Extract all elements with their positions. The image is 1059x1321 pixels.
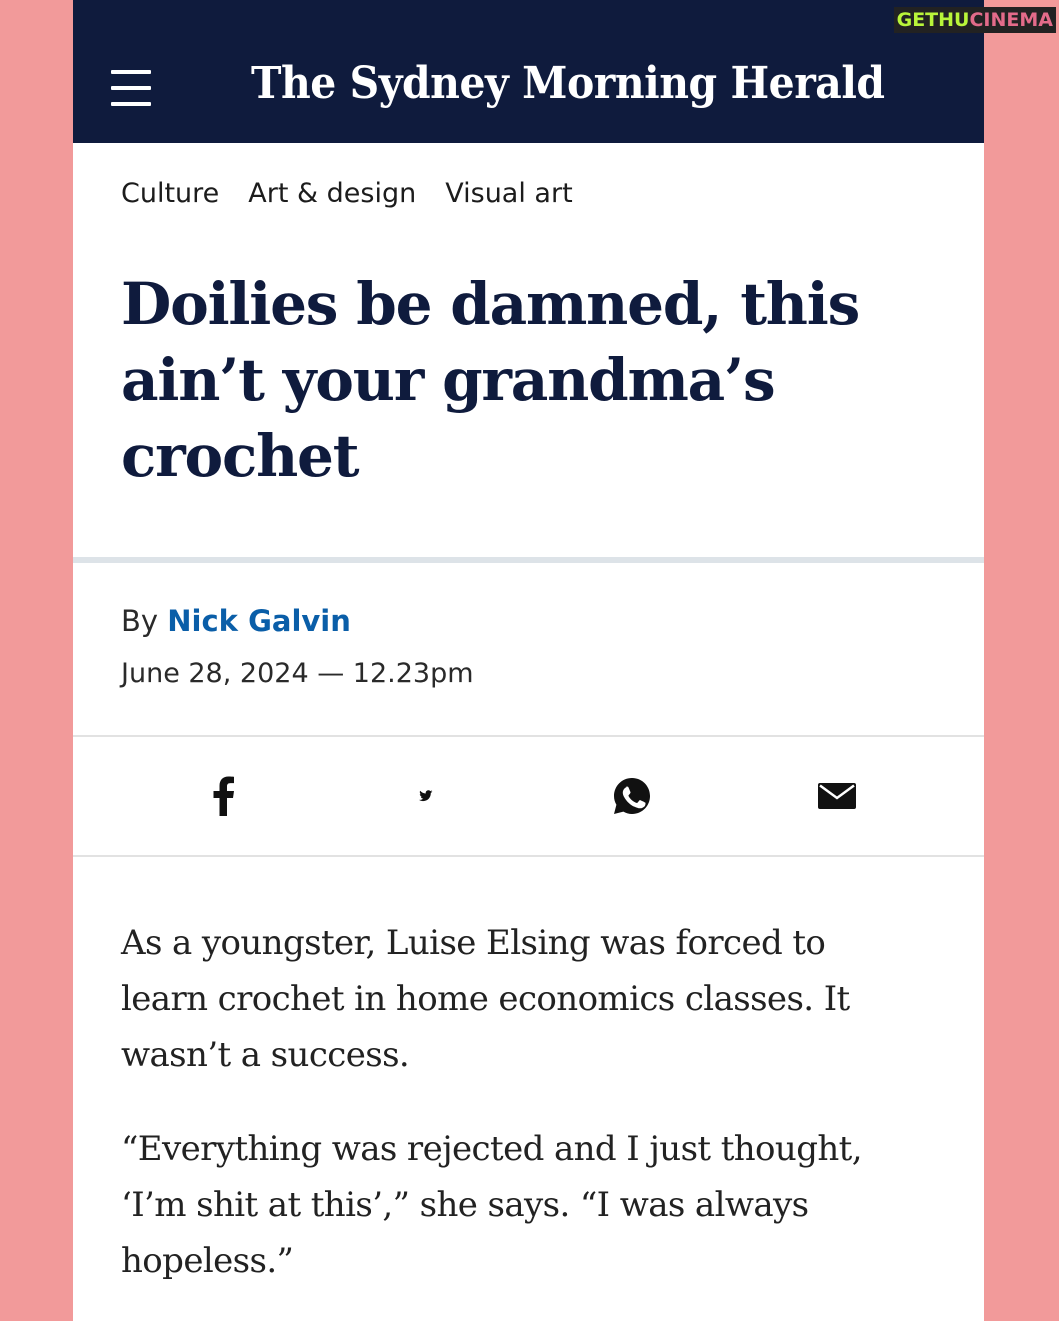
breadcrumb-item-visual-art[interactable]: Visual art: [445, 178, 572, 218]
site-logo[interactable]: The Sydney Morning Herald: [251, 52, 885, 122]
article-body: As a youngster, Luise Elsing was forced …: [121, 915, 921, 1321]
whatsapp-icon[interactable]: [608, 772, 656, 820]
byline-prefix: By: [121, 604, 159, 638]
share-bar: [73, 738, 984, 854]
email-icon[interactable]: [813, 772, 861, 820]
breadcrumb-item-culture[interactable]: Culture: [121, 178, 219, 218]
headline-divider: [73, 557, 984, 563]
article-page: The Sydney Morning Herald Culture Art & …: [73, 0, 984, 1321]
twitter-icon[interactable]: [402, 772, 450, 820]
author-link[interactable]: Nick Galvin: [167, 604, 351, 638]
watermark-text-part1: GETHU: [896, 9, 970, 31]
hamburger-menu-icon[interactable]: [111, 70, 151, 108]
watermark-text-part2: CINEMA: [969, 9, 1053, 31]
masthead: The Sydney Morning Herald: [73, 0, 984, 143]
byline: By Nick Galvin: [121, 604, 351, 638]
publish-date: June 28, 2024 — 12.23pm: [121, 658, 474, 689]
breadcrumb-item-art-design[interactable]: Art & design: [248, 178, 416, 218]
share-bottom-divider: [73, 855, 984, 857]
article-headline: Doilies be damned, this ain’t your grand…: [121, 270, 860, 490]
article-paragraph: As a youngster, Luise Elsing was forced …: [121, 923, 850, 1075]
watermark-logo: GETHUCINEMA: [893, 7, 1056, 33]
article-paragraph: “Everything was rejected and I just thou…: [121, 1129, 863, 1281]
share-top-divider: [73, 735, 984, 737]
breadcrumb: Culture Art & design Visual art: [121, 178, 573, 218]
facebook-icon[interactable]: [199, 772, 247, 820]
